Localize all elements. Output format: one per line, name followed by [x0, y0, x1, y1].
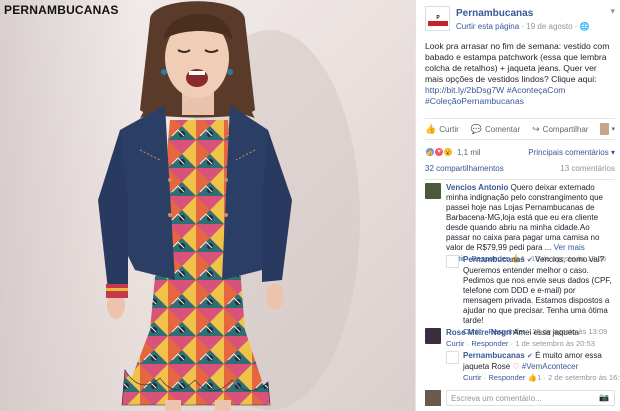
verified-badge-icon: ✔	[527, 353, 533, 360]
comment-item: Rose Meire Negri Amei essa jaqueta Curti…	[425, 328, 615, 349]
commenter-avatar[interactable]	[425, 328, 441, 344]
like-button[interactable]: 👍 Curtir	[425, 124, 459, 135]
caret-down-icon[interactable]: ▾	[611, 125, 615, 133]
comment-item: Vencios Antonio Quero deixar externado m…	[425, 183, 615, 264]
post-message: Look pra arrasar no fim de semana: vesti…	[425, 41, 615, 107]
post-panel: P Pernambucanas Curtir esta página · 19 …	[415, 0, 620, 411]
comment-icon: 💬	[470, 123, 482, 134]
reply-reply-link[interactable]: Responder	[488, 373, 525, 382]
post-meta: Curtir esta página · 19 de agosto · 🌐	[456, 22, 590, 31]
comment-date[interactable]: · 1 de setembro às 20:53	[511, 339, 595, 348]
reply-date[interactable]: · 2 de setembro às 16:54	[543, 373, 620, 382]
comment-button[interactable]: 💬 Comentar	[471, 124, 520, 135]
like-page-link[interactable]: Curtir esta página	[456, 22, 519, 31]
reply-item: Pernambucanas ✔ Vencios, como vai? Quere…	[446, 255, 615, 337]
wow-reaction-icon[interactable]: 😮	[443, 147, 453, 157]
brand-logo: PERNAMBUCANAS	[4, 3, 119, 17]
share-button[interactable]: ↪ Compartilhar	[532, 124, 588, 135]
post-body: Look pra arrasar no fim de semana: vesti…	[425, 41, 610, 84]
reply-item: Pernambucanas ✔ É muito amor essa jaquet…	[446, 351, 620, 383]
see-more-link[interactable]: Ver mais	[554, 243, 585, 252]
page-name-link[interactable]: Pernambucanas	[456, 8, 533, 19]
like-label: Curtir	[439, 124, 459, 134]
page-logo-icon: P	[427, 15, 448, 26]
chevron-down-icon[interactable]: ▾	[610, 6, 615, 17]
post-header: P Pernambucanas Curtir esta página · 19 …	[425, 6, 615, 36]
replier-name[interactable]: Pernambucanas	[463, 351, 525, 360]
share-label: Compartilhar	[542, 124, 589, 134]
reply-like-link[interactable]: Curtir	[463, 373, 482, 382]
reaction-count[interactable]: 1,1 mil	[457, 148, 481, 157]
comment-text: Quero deixar externado minha indignação …	[446, 183, 603, 252]
post-date[interactable]: · 19 de agosto ·	[521, 22, 577, 31]
comment-label: Comentar	[485, 124, 521, 134]
commenter-name[interactable]: Rose Meire Negri	[446, 328, 511, 337]
model-illustration	[98, 1, 360, 411]
hashtag-link[interactable]: #ColeçãoPernambucanas	[425, 96, 615, 107]
comment-like-link[interactable]: Curtir	[446, 339, 465, 348]
heart-icon: ♡	[512, 362, 520, 371]
comments-count[interactable]: 13 comentários	[560, 164, 615, 179]
reply-text: Vencios, como vai? Queremos entender mel…	[463, 255, 612, 325]
shares-count[interactable]: 32 compartilhamentos	[425, 164, 504, 179]
globe-icon: 🌐	[579, 22, 590, 31]
commenter-avatar[interactable]	[425, 183, 441, 199]
post-photo[interactable]: PERNAMBUCANAS	[0, 0, 415, 411]
svg-text:P: P	[436, 15, 440, 21]
comment-meta: Curtir · Responder · 1 de setembro às 20…	[446, 339, 596, 348]
user-avatar[interactable]	[425, 390, 441, 406]
commenter-name[interactable]: Vencios Antonio	[446, 183, 508, 192]
verified-badge-icon: ✔	[527, 257, 533, 264]
hashtag-link[interactable]: #VemAcontecer	[522, 362, 578, 371]
replier-name[interactable]: Pernambucanas	[463, 255, 525, 264]
camera-icon[interactable]: 📷	[599, 393, 611, 402]
actor-avatar[interactable]	[600, 123, 610, 135]
comment-input[interactable]: Escreva um comentário... 📷	[446, 390, 615, 406]
thumbs-up-icon: 👍	[425, 123, 437, 134]
reactions-bar: 👍 ♥ 😮 1,1 mil Principais comentários ▾	[425, 144, 615, 160]
comment-reply-link[interactable]: Responder	[471, 339, 508, 348]
page-avatar[interactable]: P	[425, 6, 450, 31]
page-reply-avatar[interactable]	[446, 255, 459, 268]
engagement-counts: 32 compartilhamentos 13 comentários	[425, 164, 615, 180]
reply-meta: Curtir · Responder 👍1 · 2 de setembro às…	[463, 373, 620, 383]
reply-likes[interactable]: 1	[537, 373, 541, 382]
hashtag-link[interactable]: #AconteçaCom	[507, 85, 566, 95]
comment-sort-dropdown[interactable]: Principais comentários ▾	[528, 148, 615, 157]
thumbs-up-icon: 👍	[527, 373, 538, 382]
share-icon: ↪	[532, 123, 540, 134]
comment-composer: Escreva um comentário... 📷	[425, 389, 615, 407]
post-link[interactable]: http://bit.ly/2bDsg7W	[425, 85, 504, 95]
comment-placeholder: Escreva um comentário...	[451, 394, 542, 403]
post-actions: 👍 Curtir 💬 Comentar ↪ Compartilhar ▾	[425, 118, 615, 140]
comment-text: Amei essa jaqueta	[513, 328, 579, 337]
page-reply-avatar[interactable]	[446, 351, 459, 364]
